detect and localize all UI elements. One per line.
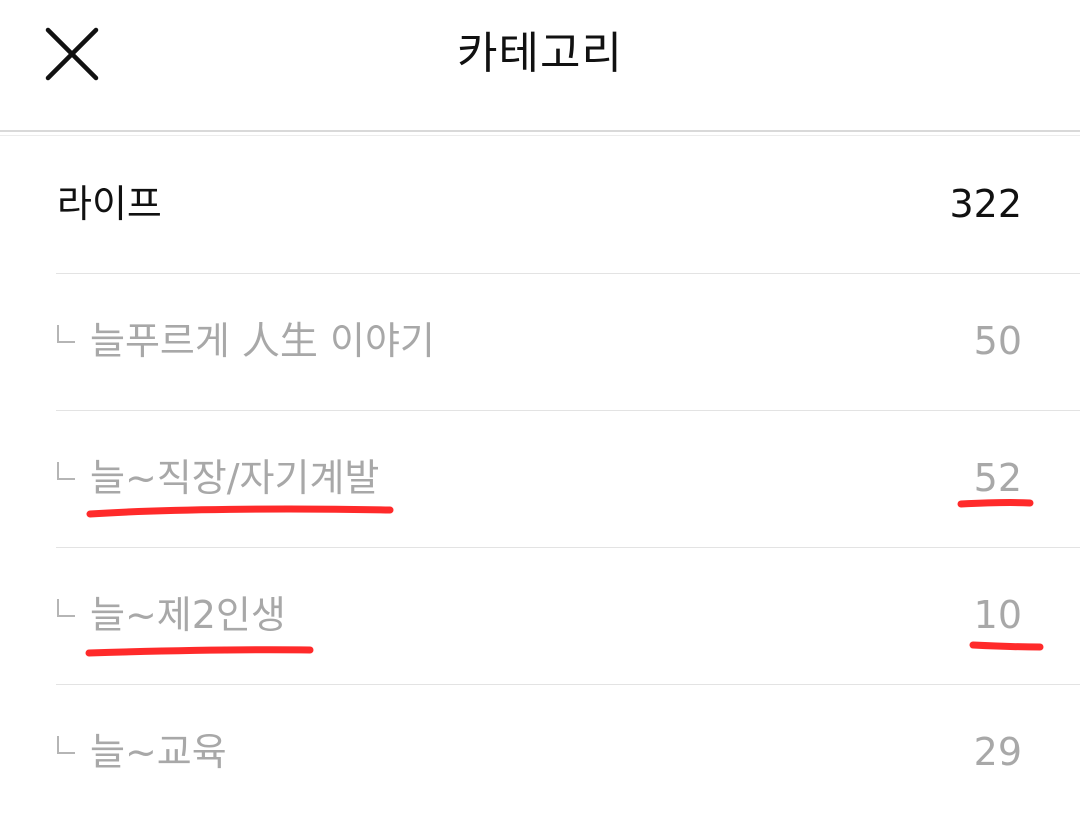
- highlight-underline: [85, 646, 314, 657]
- branch-icon: [57, 462, 75, 480]
- top-bar: 카테고리: [0, 0, 1080, 130]
- category-row-second-life[interactable]: 늘~제2인생 10: [0, 547, 1080, 684]
- category-label: 늘~제2인생: [90, 593, 286, 637]
- highlight-underline: [969, 641, 1044, 651]
- branch-icon: [57, 599, 75, 617]
- category-row-career[interactable]: 늘~직장/자기계발 52: [0, 410, 1080, 547]
- category-label: 라이프: [57, 182, 162, 226]
- category-row-life[interactable]: 라이프 322: [0, 136, 1080, 273]
- category-label: 늘푸르게 人生 이야기: [90, 319, 435, 363]
- branch-icon: [57, 325, 75, 343]
- highlight-underline: [86, 505, 394, 518]
- category-count: 10: [973, 593, 1022, 637]
- category-label: 늘~교육: [90, 730, 227, 774]
- branch-icon: [57, 736, 75, 754]
- category-count: 29: [973, 730, 1022, 774]
- category-count: 50: [973, 319, 1022, 363]
- category-row-education[interactable]: 늘~교육 29: [0, 684, 1080, 821]
- page-title: 카테고리: [457, 28, 623, 79]
- header-divider: [0, 130, 1080, 132]
- category-count: 52: [973, 456, 1022, 500]
- category-count: 322: [949, 182, 1022, 226]
- category-list: 라이프 322 늘푸르게 人生 이야기 50 늘~직장/자기계발 52 늘~제2…: [0, 136, 1080, 821]
- category-label: 늘~직장/자기계발: [90, 456, 380, 500]
- category-row-story[interactable]: 늘푸르게 人生 이야기 50: [0, 273, 1080, 410]
